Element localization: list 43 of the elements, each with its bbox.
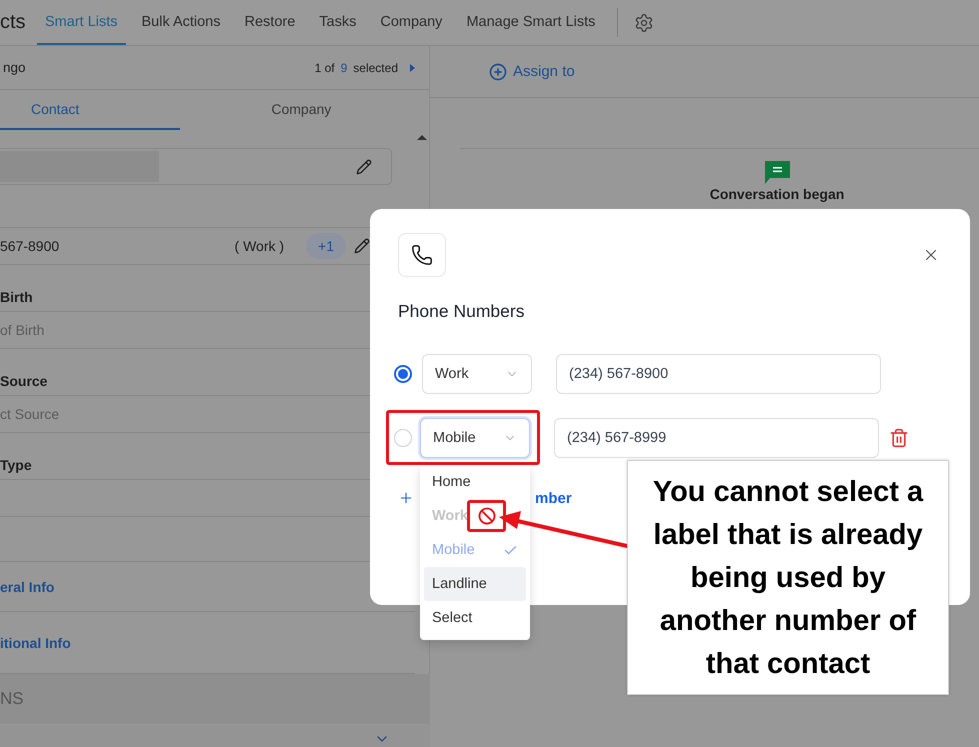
delete-button[interactable] bbox=[889, 428, 909, 448]
phone-icon bbox=[411, 244, 433, 266]
field-label: Type bbox=[0, 457, 32, 473]
nav-tab[interactable]: Manage Smart Lists bbox=[458, 0, 604, 45]
nav-tab[interactable]: Tasks bbox=[311, 0, 364, 45]
nav-tab[interactable]: Restore bbox=[236, 0, 304, 45]
radio-button[interactable] bbox=[394, 365, 412, 383]
no-entry-icon bbox=[478, 507, 496, 525]
more-count[interactable]: +1 bbox=[306, 233, 346, 259]
label-select[interactable]: Work bbox=[422, 354, 532, 394]
dropdown-option[interactable]: Landline bbox=[424, 567, 526, 601]
nav-tab[interactable]: Bulk Actions bbox=[134, 0, 229, 45]
label-select[interactable]: Mobile bbox=[420, 418, 530, 458]
panel-tab[interactable]: Contact bbox=[0, 90, 180, 130]
count-suffix: selected bbox=[353, 60, 398, 74]
scroll-up-icon[interactable] bbox=[417, 135, 427, 140]
plus-circle-icon bbox=[489, 62, 507, 80]
nav-tab[interactable]: Company bbox=[372, 0, 450, 45]
next-icon[interactable] bbox=[410, 64, 415, 72]
phone-number: 567-8900 bbox=[0, 238, 60, 254]
panel-tab[interactable]: Company bbox=[180, 90, 429, 130]
page-title: cts bbox=[0, 10, 27, 35]
phone-label: ( Work ) bbox=[234, 238, 284, 254]
section-link[interactable]: eral Info bbox=[0, 578, 54, 594]
pencil-icon[interactable] bbox=[356, 158, 372, 174]
event-text: Conversation began bbox=[710, 186, 844, 202]
section-link[interactable]: itional Info bbox=[0, 634, 71, 650]
add-number-link[interactable]: mber bbox=[535, 490, 572, 506]
assign-link[interactable]: Assign to bbox=[489, 62, 575, 80]
field-label: Birth bbox=[0, 289, 33, 305]
count-total: 9 bbox=[340, 60, 348, 74]
chat-icon bbox=[764, 161, 790, 184]
settings-icon[interactable] bbox=[634, 12, 654, 32]
count-prefix: 1 of bbox=[314, 60, 335, 74]
contact-name: ngo bbox=[3, 60, 26, 75]
plus-icon[interactable] bbox=[398, 490, 414, 506]
callout-text: You cannot select a label that is already being used by another number of that contact bbox=[652, 475, 924, 682]
field-label: Source bbox=[0, 373, 48, 389]
pencil-icon[interactable] bbox=[354, 238, 370, 254]
name-field[interactable] bbox=[0, 148, 392, 185]
phone-input[interactable]: (234) 567-8999 bbox=[554, 418, 879, 458]
phone-input[interactable]: (234) 567-8900 bbox=[556, 354, 881, 394]
group-header: NS bbox=[0, 674, 430, 724]
